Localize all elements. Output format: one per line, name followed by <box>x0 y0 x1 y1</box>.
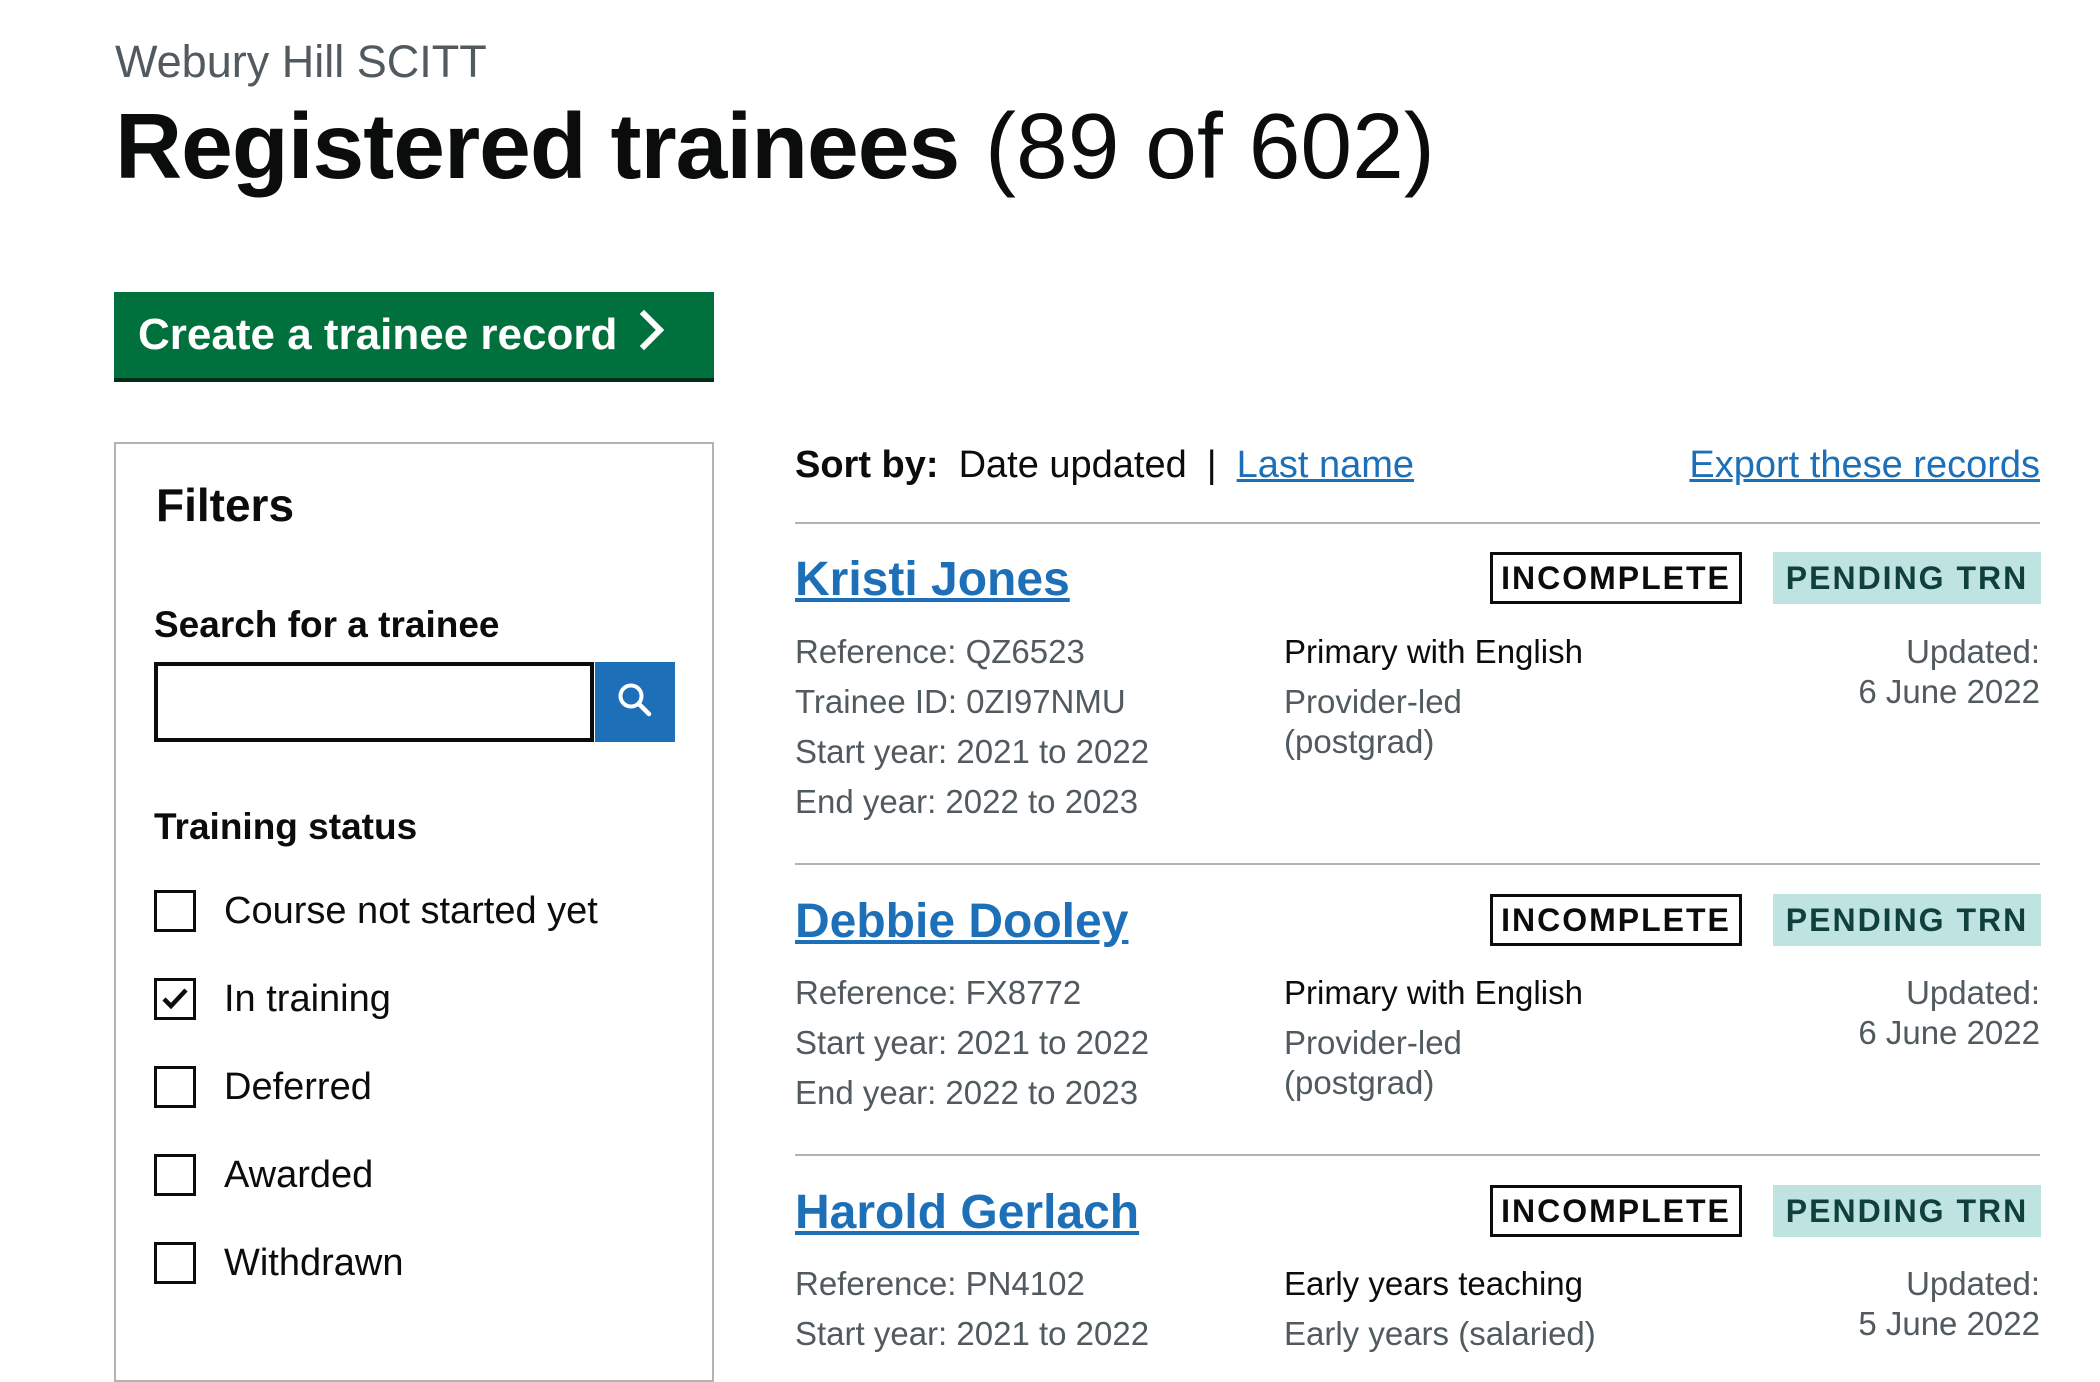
updated-date: 6 June 2022 <box>1858 673 2040 710</box>
trainee-reference: Reference: QZ6523 <box>795 633 1085 670</box>
updated-label: Updated: <box>1906 974 2040 1011</box>
course-route: (postgrad) <box>1284 1064 1435 1101</box>
search-label: Search for a trainee <box>154 604 500 645</box>
status-badge: INCOMPLETE <box>1490 552 1742 604</box>
status-badge: INCOMPLETE <box>1490 894 1742 946</box>
status-badge: INCOMPLETE <box>1490 1185 1742 1237</box>
checkbox[interactable] <box>154 978 196 1020</box>
checkbox-label: Course not started yet <box>224 889 598 932</box>
trainee-course: Primary with English Provider-led (postg… <box>1284 632 1583 762</box>
divider <box>795 522 2040 524</box>
course-title: Early years teaching <box>1284 1265 1583 1302</box>
search-input[interactable] <box>154 662 594 742</box>
trainee-meta: Reference: PN4102 Start year: 2021 to 20… <box>795 1259 1149 1359</box>
divider <box>795 863 2040 865</box>
trainee-end-year: End year: 2022 to 2023 <box>795 1074 1139 1111</box>
trainee-end-year: End year: 2022 to 2023 <box>795 783 1139 820</box>
checkbox[interactable] <box>154 1242 196 1284</box>
trainee-updated: Updated: 6 June 2022 <box>1858 632 2040 712</box>
trainee-count: (89 of 602) <box>985 94 1435 198</box>
sort-separator: | <box>1206 444 1217 486</box>
course-route: Early years (salaried) <box>1284 1315 1596 1352</box>
export-records-link[interactable]: Export these records <box>1689 444 2040 487</box>
trainee-name-link[interactable]: Kristi Jones <box>795 552 1070 607</box>
trainee-updated: Updated: 5 June 2022 <box>1858 1264 2040 1344</box>
trainee-reference: Reference: PN4102 <box>795 1265 1085 1302</box>
checkbox[interactable] <box>154 1066 196 1108</box>
trainee-updated: Updated: 6 June 2022 <box>1858 973 2040 1053</box>
search-icon <box>616 681 654 724</box>
sort-by-last-name-link[interactable]: Last name <box>1237 444 1414 487</box>
check-icon <box>162 988 188 1010</box>
course-route: Provider-led <box>1284 683 1462 720</box>
checkbox-label: Withdrawn <box>224 1241 404 1284</box>
updated-date: 6 June 2022 <box>1858 1014 2040 1051</box>
status-checkbox-withdrawn[interactable]: Withdrawn <box>154 1238 404 1288</box>
status-checkbox-in-training[interactable]: In training <box>154 974 391 1024</box>
filters-heading: Filters <box>156 479 295 531</box>
sort-label: Sort by: <box>795 444 939 486</box>
updated-label: Updated: <box>1906 633 2040 670</box>
course-title: Primary with English <box>1284 633 1583 670</box>
trainee-id: Trainee ID: 0ZI97NMU <box>795 683 1126 720</box>
trainee-course: Early years teaching Early years (salari… <box>1284 1264 1596 1354</box>
create-trainee-button[interactable]: Create a trainee record <box>114 292 714 378</box>
trainee-name-link[interactable]: Debbie Dooley <box>795 894 1128 949</box>
status-badge: PENDING TRN <box>1773 552 2041 604</box>
create-trainee-label: Create a trainee record <box>138 310 618 359</box>
status-checkbox-course-not-started[interactable]: Course not started yet <box>154 886 598 936</box>
checkbox-label: Deferred <box>224 1065 372 1108</box>
page-title-text: Registered trainees <box>115 94 960 198</box>
status-badge: PENDING TRN <box>1773 894 2041 946</box>
sort-controls: Sort by: Date updated | Last name <box>795 444 1414 487</box>
status-checkbox-awarded[interactable]: Awarded <box>154 1150 373 1200</box>
checkbox-label: Awarded <box>224 1153 374 1196</box>
trainee-start-year: Start year: 2021 to 2022 <box>795 1024 1150 1061</box>
trainee-start-year: Start year: 2021 to 2022 <box>795 1315 1150 1352</box>
search-button[interactable] <box>595 662 675 742</box>
sort-current: Date updated <box>958 444 1187 486</box>
divider <box>795 1154 2040 1156</box>
updated-label: Updated: <box>1906 1265 2040 1302</box>
checkbox[interactable] <box>154 1154 196 1196</box>
checkbox[interactable] <box>154 890 196 932</box>
checkbox-label: In training <box>224 977 391 1020</box>
page-title: Registered trainees (89 of 602) <box>115 92 1435 200</box>
trainee-meta: Reference: QZ6523 Trainee ID: 0ZI97NMU S… <box>795 627 1149 827</box>
organisation-name: Webury Hill SCITT <box>115 36 487 87</box>
trainee-meta: Reference: FX8772 Start year: 2021 to 20… <box>795 968 1149 1118</box>
trainee-name-link[interactable]: Harold Gerlach <box>795 1185 1139 1240</box>
status-checkbox-deferred[interactable]: Deferred <box>154 1062 372 1112</box>
course-route: (postgrad) <box>1284 723 1435 760</box>
course-title: Primary with English <box>1284 974 1583 1011</box>
updated-date: 5 June 2022 <box>1858 1305 2040 1342</box>
chevron-right-icon <box>639 309 665 361</box>
training-status-legend: Training status <box>154 806 418 847</box>
trainee-start-year: Start year: 2021 to 2022 <box>795 733 1150 770</box>
status-badge: PENDING TRN <box>1773 1185 2041 1237</box>
course-route: Provider-led <box>1284 1024 1462 1061</box>
trainee-course: Primary with English Provider-led (postg… <box>1284 973 1583 1103</box>
trainee-reference: Reference: FX8772 <box>795 974 1082 1011</box>
